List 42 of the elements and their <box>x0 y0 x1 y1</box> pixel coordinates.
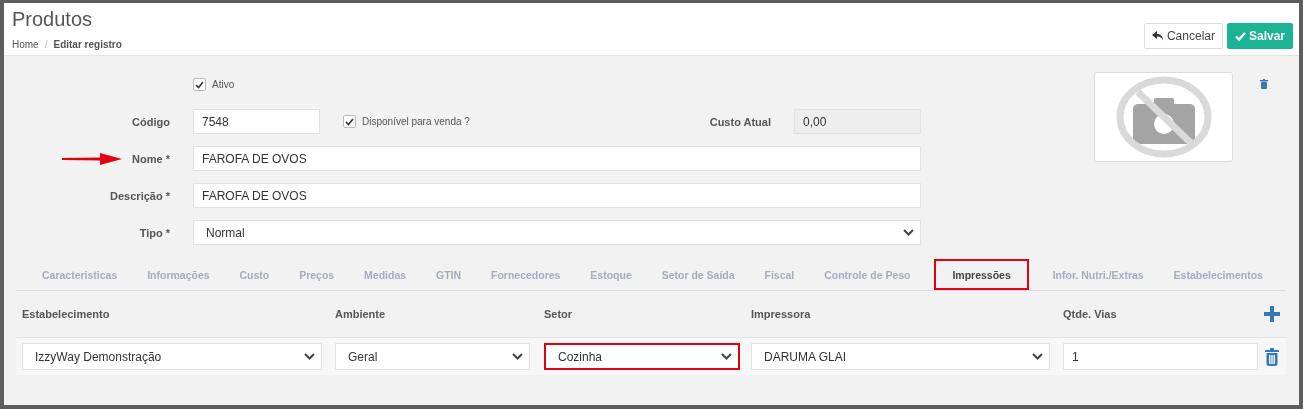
description-field[interactable]: FAROFA DE OVOS <box>193 183 921 208</box>
trash-icon[interactable] <box>1265 347 1279 366</box>
field-label: Custo Atual <box>709 115 771 128</box>
name-field[interactable]: FAROFA DE OVOS <box>193 146 921 171</box>
code-field[interactable]: 7548 <box>193 109 320 134</box>
field-label: Nome * <box>132 152 170 165</box>
select-field[interactable]: DARUMA GLAI <box>751 343 1050 370</box>
checkbox-label: Ativo <box>212 79 235 90</box>
chevron-down-icon <box>512 353 523 360</box>
no-photo-placeholder[interactable] <box>1094 72 1233 162</box>
chevron-down-icon <box>903 229 914 236</box>
breadcrumb-separator: / <box>44 39 48 50</box>
column-header: Estabelecimento <box>22 308 111 320</box>
column-header: Impressora <box>751 308 812 320</box>
add-icon[interactable] <box>1264 306 1280 322</box>
field-label: Tipo * <box>138 226 170 239</box>
trash-icon[interactable] <box>1260 79 1268 89</box>
chevron-down-icon <box>721 353 732 360</box>
undo-arrow-icon <box>1151 30 1164 42</box>
no-camera-icon <box>1115 76 1212 158</box>
field-label: Código <box>131 115 170 128</box>
column-header: Setor <box>544 308 574 320</box>
breadcrumb-link[interactable]: Home <box>12 39 39 50</box>
column-header: Qtde. Vias <box>1063 308 1118 320</box>
cancel-button[interactable]: Cancelar <box>1143 23 1223 49</box>
checkbox-label: Disponível para venda ? <box>362 116 470 127</box>
select-field[interactable]: Geral <box>335 343 530 370</box>
select-field[interactable]: Cozinha <box>544 343 740 370</box>
field-label: Descrição * <box>109 189 170 202</box>
select-field[interactable]: IzzyWay Demonstração <box>22 343 322 370</box>
tab[interactable]: Impressões <box>934 259 1029 290</box>
page-title: Produtos <box>12 8 94 31</box>
for-sale-checkbox[interactable]: Disponível para venda ? <box>343 115 470 128</box>
checkbox[interactable] <box>193 78 206 91</box>
type-select[interactable]: Normal <box>193 220 921 245</box>
checkmark-icon <box>1234 31 1246 41</box>
active-checkbox[interactable]: Ativo <box>193 78 235 91</box>
chevron-down-icon <box>304 353 315 360</box>
copies-field[interactable]: 1 <box>1063 343 1258 370</box>
checkbox[interactable] <box>343 115 356 128</box>
chevron-down-icon <box>1032 353 1043 360</box>
column-header: Ambiente <box>335 308 387 320</box>
